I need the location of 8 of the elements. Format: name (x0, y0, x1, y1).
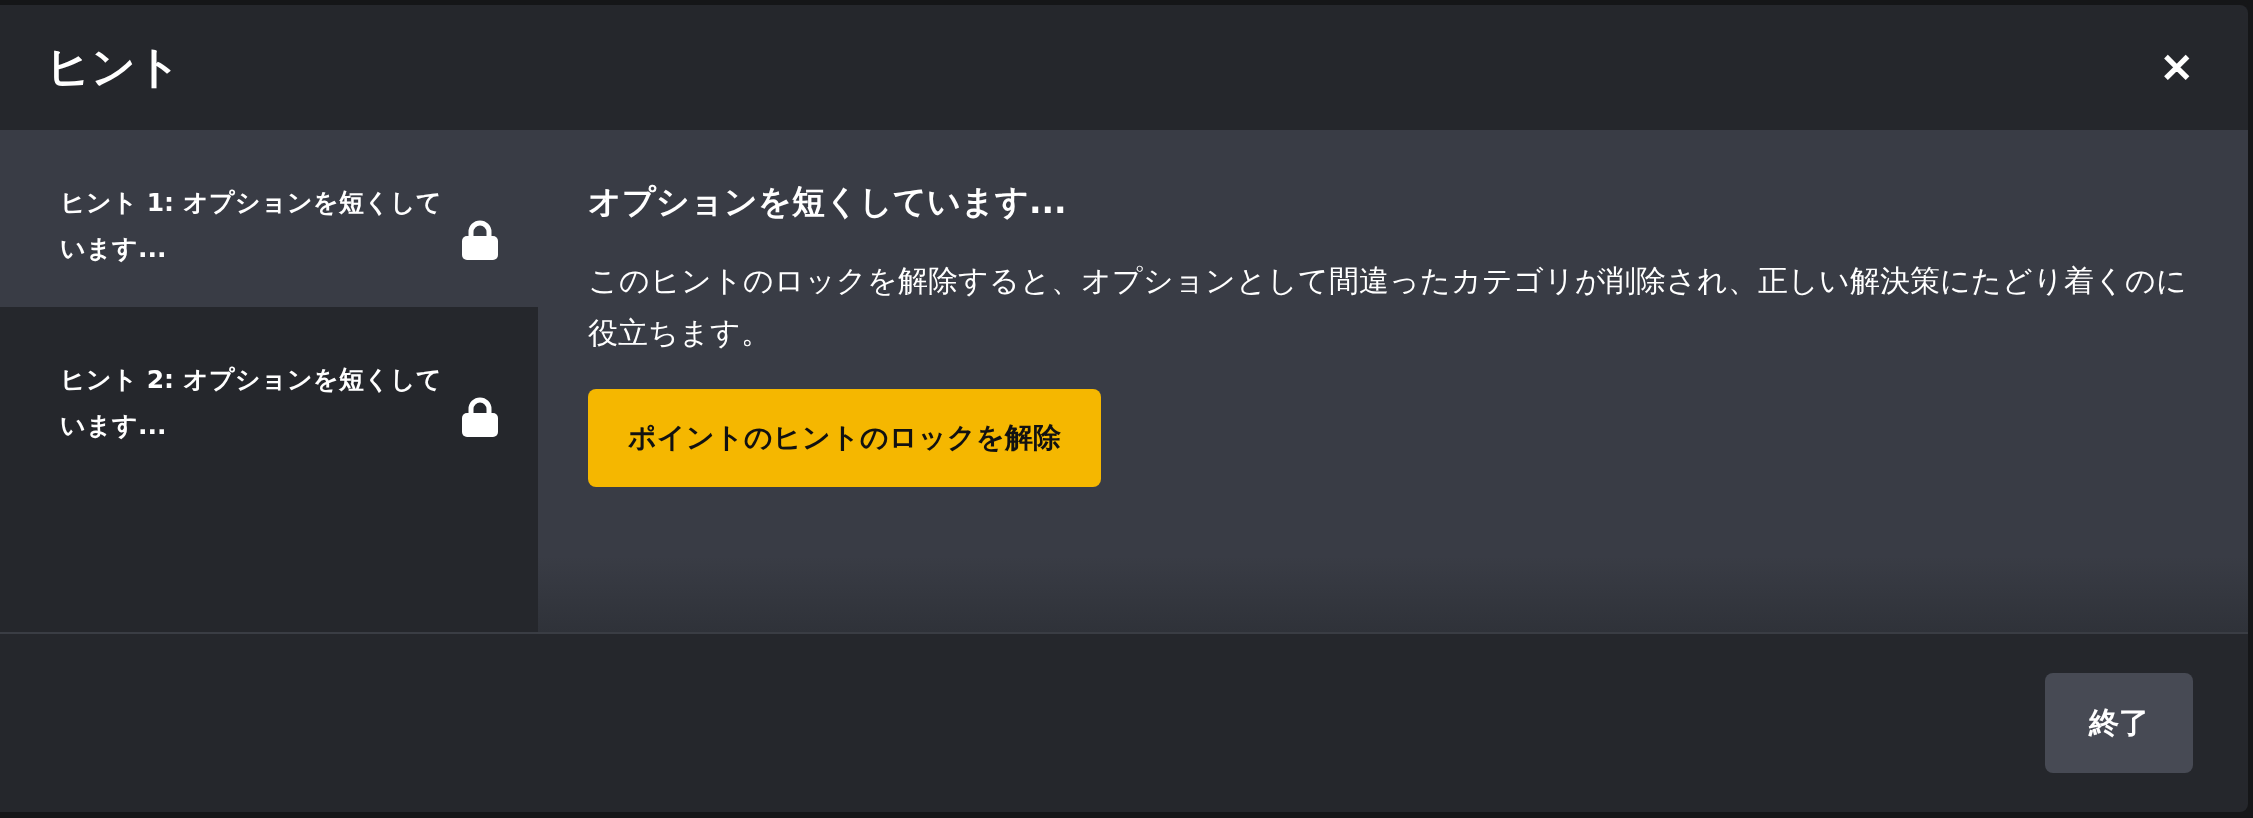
hint-description: このヒントのロックを解除すると、オプションとして間違ったカテゴリが削除され、正しい解決策にたどり着くのに役立ちます。 (588, 262, 2188, 352)
close-button[interactable]: ✕ (2160, 44, 2194, 91)
hint-heading: オプションを短くしています... (588, 181, 1068, 223)
done-button[interactable]: 終了 (2045, 673, 2193, 773)
hint-item[interactable]: ヒント 1: オプションを短くしています... (0, 130, 538, 307)
hint-item[interactable]: ヒント 2: オプションを短くしています... (0, 307, 538, 484)
dialog-title: ヒント (46, 40, 181, 94)
unlock-hint-button[interactable]: ポイントのヒントのロックを解除 (588, 389, 1101, 487)
